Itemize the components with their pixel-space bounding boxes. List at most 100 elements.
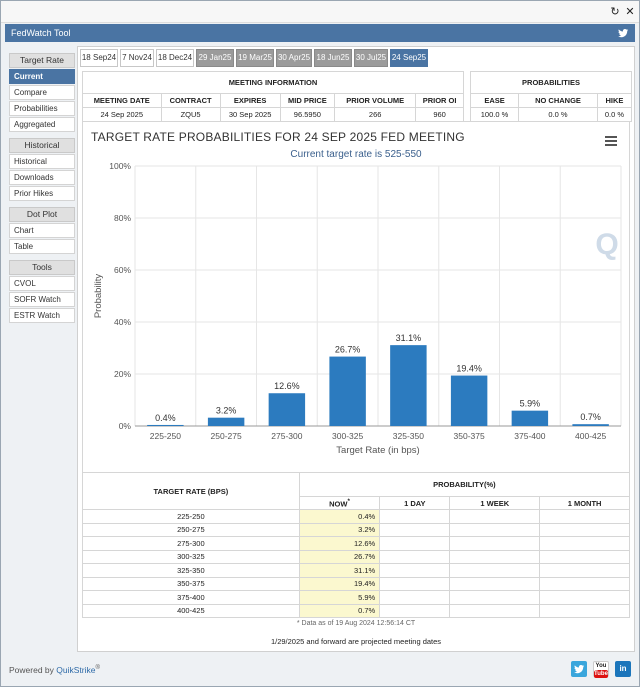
x-tick-label: 250-275 bbox=[211, 431, 242, 441]
target-rate-cell: 350-375 bbox=[82, 576, 300, 591]
tab-meeting-18-jun25[interactable]: 18 Jun25 bbox=[314, 49, 352, 67]
tab-meeting-19-mar25[interactable]: 19 Mar25 bbox=[236, 49, 274, 67]
y-tick-label: 100% bbox=[109, 161, 131, 171]
bar bbox=[390, 345, 427, 426]
data-label: 26.7% bbox=[335, 345, 361, 355]
empty-probability-cell bbox=[379, 509, 451, 524]
table-row: 225-250 0.4% bbox=[82, 509, 630, 524]
tab-meeting-29-jan25[interactable]: 29 Jan25 bbox=[196, 49, 234, 67]
now-probability-cell: 3.2% bbox=[298, 522, 381, 537]
now-probability-cell: 19.4% bbox=[298, 576, 381, 591]
main-panel: 18 Sep24 7 Nov24 18 Dec24 29 Jan25 19 Mar25 3… bbox=[77, 46, 635, 652]
sidebar-item-aggregated[interactable]: Aggregated bbox=[9, 117, 75, 132]
probabilities-table: PROBABILITIES EASE NO CHANGE HIKE 100.0 % 0… bbox=[469, 71, 633, 122]
sidebar-item-prior-hikes[interactable]: Prior Hikes bbox=[9, 186, 75, 201]
empty-probability-cell bbox=[379, 563, 451, 578]
sidebar-item-compare[interactable]: Compare bbox=[9, 85, 75, 100]
bar bbox=[147, 424, 184, 426]
empty-probability-cell bbox=[449, 522, 541, 537]
probabilities-column-header: NO CHANGE bbox=[518, 93, 598, 108]
x-tick-label: 350-375 bbox=[454, 431, 485, 441]
empty-probability-cell bbox=[379, 549, 451, 564]
meeting-info-column-header: EXPIRES bbox=[219, 93, 281, 108]
table-row: 250-275 3.2% bbox=[82, 522, 630, 537]
meeting-info-column-header: MEETING DATE bbox=[82, 93, 162, 108]
sidebar-item-sofr-watch[interactable]: SOFR Watch bbox=[9, 292, 75, 307]
col-probability: PROBABILITY(%) bbox=[298, 472, 631, 497]
empty-probability-cell bbox=[539, 576, 630, 591]
target-rate-cell: 275-300 bbox=[82, 536, 300, 551]
y-axis-label: Probability bbox=[93, 274, 104, 319]
table-row: 300-325 26.7% bbox=[82, 549, 630, 564]
sidebar-section-header: Tools bbox=[9, 260, 75, 275]
tab-meeting-18-sep24[interactable]: 18 Sep24 bbox=[80, 49, 118, 67]
chart-panel: TARGET RATE PROBABILITIES FOR 24 SEP 202… bbox=[82, 121, 630, 507]
meeting-info-column-header: PRIOR VOLUME bbox=[334, 93, 417, 108]
sidebar-item-downloads[interactable]: Downloads bbox=[9, 170, 75, 185]
table-row: 350-375 19.4% bbox=[82, 576, 630, 591]
sidebar: Target Rate Current Compare Probabilities Ag… bbox=[9, 49, 75, 323]
target-rate-cell: 325-350 bbox=[82, 563, 300, 578]
sidebar-section-header: Historical bbox=[9, 138, 75, 153]
empty-probability-cell bbox=[449, 576, 541, 591]
empty-probability-cell bbox=[449, 603, 541, 618]
y-tick-label: 20% bbox=[114, 369, 131, 379]
meeting-info-header: MEETING INFORMATION bbox=[82, 71, 464, 94]
bar bbox=[572, 424, 609, 426]
sidebar-item-chart[interactable]: Chart bbox=[9, 223, 75, 238]
sidebar-item-cvol[interactable]: CVOL bbox=[9, 276, 75, 291]
empty-probability-cell bbox=[449, 549, 541, 564]
meeting-info-value: ZQU5 bbox=[160, 107, 221, 122]
app-window: ↻ ✕ FedWatch Tool Target Rate Current Comp… bbox=[0, 0, 640, 687]
sidebar-item-current[interactable]: Current bbox=[9, 69, 75, 84]
meeting-tabs: 18 Sep24 7 Nov24 18 Dec24 29 Jan25 19 Mar25 3… bbox=[78, 47, 634, 69]
prob-subcol-header: 1 WEEK bbox=[449, 496, 541, 510]
twitter-icon[interactable] bbox=[571, 661, 587, 677]
tab-meeting-30-jul25[interactable]: 30 Jul25 bbox=[354, 49, 388, 67]
refresh-icon[interactable]: ↻ bbox=[609, 6, 621, 18]
target-rate-cell: 400-425 bbox=[82, 603, 300, 618]
close-icon[interactable]: ✕ bbox=[624, 6, 636, 18]
quikstrike-watermark: Q bbox=[595, 228, 618, 261]
sidebar-item-estr-watch[interactable]: ESTR Watch bbox=[9, 308, 75, 323]
prob-subcol-header: 1 DAY bbox=[379, 496, 451, 510]
probabilities-value: 0.0 % bbox=[596, 107, 633, 122]
table-row: 275-300 12.6% bbox=[82, 536, 630, 551]
target-rate-cell: 375-400 bbox=[82, 590, 300, 605]
sidebar-item-probabilities[interactable]: Probabilities bbox=[9, 101, 75, 116]
empty-probability-cell bbox=[539, 536, 630, 551]
prob-subcol-header: NOW* bbox=[298, 496, 381, 510]
data-label: 12.6% bbox=[274, 381, 300, 391]
sidebar-section-header: Target Rate bbox=[9, 53, 75, 68]
probabilities-column-header: HIKE bbox=[596, 93, 633, 108]
prob-subcol-header: 1 MONTH bbox=[539, 496, 630, 510]
tab-meeting-30-apr25[interactable]: 30 Apr25 bbox=[276, 49, 312, 67]
data-label: 0.7% bbox=[580, 412, 601, 422]
now-probability-cell: 31.1% bbox=[298, 563, 381, 578]
tab-meeting-18-dec24[interactable]: 18 Dec24 bbox=[156, 49, 194, 67]
target-rate-cell: 225-250 bbox=[82, 509, 300, 524]
x-tick-label: 225-250 bbox=[150, 431, 181, 441]
twitter-icon[interactable] bbox=[617, 27, 629, 39]
footer: Powered by QuikStrike® You Tube in bbox=[5, 657, 635, 683]
x-axis-label: Target Rate (in bps) bbox=[336, 445, 419, 456]
youtube-icon[interactable]: You Tube bbox=[593, 661, 609, 678]
sidebar-item-historical[interactable]: Historical bbox=[9, 154, 75, 169]
bar bbox=[329, 356, 366, 426]
meeting-info-value: 24 Sep 2025 bbox=[82, 107, 162, 122]
data-label: 5.9% bbox=[520, 399, 541, 409]
tab-meeting-24-sep25[interactable]: 24 Sep25 bbox=[390, 49, 428, 67]
linkedin-icon[interactable]: in bbox=[615, 661, 631, 677]
tab-meeting-7-nov24[interactable]: 7 Nov24 bbox=[120, 49, 154, 67]
sidebar-item-table[interactable]: Table bbox=[9, 239, 75, 254]
title-bar: FedWatch Tool bbox=[5, 24, 635, 42]
empty-probability-cell bbox=[539, 509, 630, 524]
probabilities-column-header: EASE bbox=[469, 93, 520, 108]
data-label: 31.1% bbox=[396, 333, 422, 343]
now-probability-cell: 12.6% bbox=[298, 536, 381, 551]
quikstrike-link[interactable]: QuikStrike bbox=[56, 665, 95, 675]
now-probability-cell: 0.4% bbox=[298, 509, 381, 524]
now-probability-cell: 26.7% bbox=[298, 549, 381, 564]
meeting-info-column-header: CONTRACT bbox=[160, 93, 221, 108]
y-tick-label: 60% bbox=[114, 265, 131, 275]
